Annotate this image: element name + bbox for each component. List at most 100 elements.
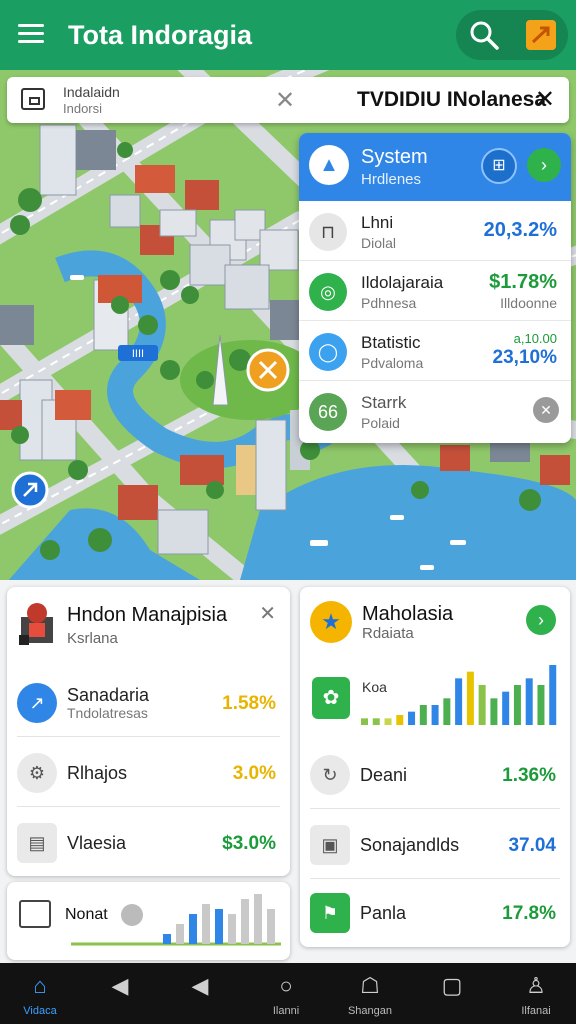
circle-icon: ○	[279, 973, 293, 998]
mini-bar-chart	[71, 894, 281, 946]
list-item-sub: Tndolatresas	[67, 705, 148, 721]
app-title: Tota Indoragia	[68, 20, 253, 50]
system-row[interactable]: ⊓ Lhni Diolal 20,3.2%	[299, 201, 571, 261]
navigation-icon: ▲	[309, 145, 349, 185]
nav-back[interactable]: ◀	[80, 963, 160, 1024]
share-icon[interactable]	[526, 20, 556, 50]
list-item-label: Panla	[360, 903, 407, 923]
list-item[interactable]: ↗ Sanadaria Tndolatresas 1.58%	[7, 667, 290, 737]
bag-icon: ▣	[310, 825, 350, 865]
system-row-name: Btatistic	[361, 333, 421, 352]
list-item-label: Deani	[360, 765, 408, 785]
chart-bar	[372, 718, 380, 725]
list-item-label: Rlhajos	[67, 763, 128, 783]
chart-bar	[549, 665, 557, 725]
system-row[interactable]: ◯ Btatistic Pdvaloma a,10.00 23,10%	[299, 321, 571, 381]
list-item-value: 3.0%	[232, 763, 276, 784]
square-icon: ▢	[441, 973, 463, 998]
list-item-value: 17.8%	[502, 903, 556, 924]
list-item-value: 1.36%	[502, 765, 556, 786]
district-logo	[17, 599, 57, 647]
menu-icon[interactable]	[18, 24, 44, 44]
nav-chat[interactable]: ☖ Shangan	[330, 963, 410, 1024]
search-line-1: Indalaidn	[63, 84, 120, 100]
badge-icon: 66	[309, 393, 347, 431]
search-query[interactable]: TVDIDIU INolanesa	[357, 88, 546, 112]
nav-home[interactable]: ⌂ Vidaca	[0, 963, 80, 1024]
sync-icon: ↻	[310, 755, 350, 795]
chart-bar	[267, 909, 275, 944]
system-row-value: 20,3.2%	[483, 219, 557, 241]
list-item-value: 37.04	[508, 835, 556, 856]
chat-icon: ☖	[360, 973, 380, 998]
location-icon	[21, 88, 45, 110]
bar-chart	[361, 665, 557, 725]
chart-bar	[513, 685, 521, 725]
nav-back-2[interactable]: ◀	[160, 963, 240, 1024]
search-line-2: Indorsi	[63, 101, 103, 116]
system-title: System	[361, 146, 428, 168]
map-search-bar[interactable]: Indalaidn Indorsi ✕ TVDIDIU INolanesa ✕	[7, 77, 569, 123]
nav-recents[interactable]: ▢	[412, 963, 492, 1024]
flower-icon: ✿	[312, 677, 350, 719]
system-row-name: Ildolajaraia	[361, 273, 444, 292]
list-item-value: $3.0%	[222, 833, 276, 854]
list-item[interactable]: ↻ Deani 1.36%	[300, 739, 570, 809]
list-item-label: Sanadaria	[67, 685, 150, 705]
region-card: ★ Maholasia Rdaiata › ✿ Koa ↻ Deani 1.36…	[300, 587, 570, 947]
close-icon[interactable]: ✕	[535, 85, 555, 114]
system-row-name: Starrk	[361, 393, 407, 412]
system-panel: ▲ System Hrdlenes ⊞ › ⊓ Lhni Diolal 20,3…	[299, 133, 571, 443]
star-icon: ★	[310, 601, 352, 643]
system-row-value-sub: Illdoonne	[500, 295, 557, 311]
clear-icon[interactable]: ✕	[275, 86, 295, 115]
system-row-sub: Pdvaloma	[361, 355, 424, 371]
svg-text:IIII: IIII	[132, 348, 144, 360]
home-icon: ⌂	[33, 973, 47, 998]
arrow-right-icon[interactable]: ›	[526, 605, 556, 635]
chart-bar	[419, 705, 427, 725]
system-row-sub: Polaid	[361, 415, 400, 431]
stats-card[interactable]: Nonat	[7, 882, 290, 960]
card-subtitle: Rdaiata	[362, 625, 414, 642]
system-row[interactable]: ◎ Ildolajaraia Pdhnesa $1.78% Illdoonne	[299, 261, 571, 321]
chart-bar	[202, 904, 210, 944]
chart-bar	[431, 705, 439, 725]
app-bar: Tota Indoragia	[0, 0, 576, 70]
chart-bar	[408, 711, 416, 725]
system-row-sub: Diolal	[361, 235, 397, 251]
chart-bar	[384, 718, 392, 725]
close-icon[interactable]: ✕	[533, 397, 559, 423]
nav-profile[interactable]: ♙ Ilfanai	[496, 963, 576, 1024]
search-icon[interactable]	[468, 19, 500, 51]
system-row-value-top: a,10.00	[513, 331, 557, 346]
person-icon: ♙	[526, 973, 546, 998]
card-title: Maholasia	[362, 603, 454, 625]
nav-home-circle[interactable]: ○ Ilanni	[246, 963, 326, 1024]
nav-label: Shangan	[347, 1005, 393, 1017]
list-item[interactable]: ▣ Sonajandlds 37.04	[300, 809, 570, 879]
chart-bar	[176, 924, 184, 944]
gear-icon: ⚙	[17, 753, 57, 793]
list-item[interactable]: ⚙ Rlhajos 3.0%	[7, 737, 290, 807]
grid-icon[interactable]: ⊞	[481, 148, 517, 184]
list-item[interactable]: ▤ Vlaesia $3.0%	[7, 807, 290, 876]
chart-bar	[455, 678, 463, 725]
back-icon: ◀	[111, 973, 129, 998]
list-item[interactable]: ⚑ Panla 17.8%	[300, 877, 570, 947]
chart-bar	[478, 685, 486, 725]
system-panel-header: ▲ System Hrdlenes ⊞ ›	[299, 133, 571, 201]
chart-bar	[490, 698, 498, 725]
chart-bar	[466, 671, 474, 725]
back-icon: ◀	[191, 973, 209, 998]
chart-bar	[241, 899, 249, 944]
trend-icon: ↗	[17, 683, 57, 723]
system-row[interactable]: 66 Starrk Polaid ✕	[299, 381, 571, 441]
close-icon[interactable]: ✕	[259, 601, 276, 626]
chart-bar	[537, 685, 545, 725]
chart-icon	[19, 900, 51, 928]
search-icon: ◎	[309, 273, 347, 311]
chart-bar	[215, 909, 223, 944]
bag-icon: ⊓	[309, 213, 347, 251]
arrow-right-icon[interactable]: ›	[527, 148, 561, 182]
